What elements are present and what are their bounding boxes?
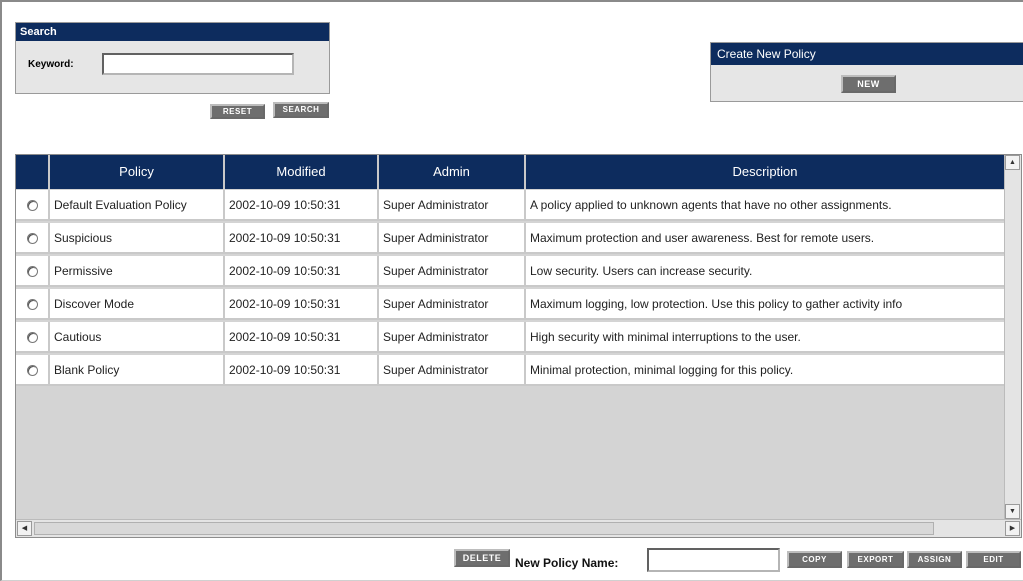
admin-cell: Super Administrator bbox=[379, 190, 526, 221]
table-header: Policy Modified Admin Description bbox=[16, 155, 1006, 189]
row-radio-button[interactable] bbox=[26, 365, 38, 377]
keyword-input[interactable] bbox=[102, 53, 294, 75]
vertical-scrollbar[interactable]: ▲ ▼ bbox=[1004, 155, 1021, 519]
row-radio-button[interactable] bbox=[26, 233, 38, 245]
admin-cell: Super Administrator bbox=[379, 355, 526, 386]
column-header-policy[interactable]: Policy bbox=[50, 155, 225, 189]
table-row[interactable]: Suspicious 2002-10-09 10:50:31 Super Adm… bbox=[16, 223, 1006, 254]
row-select-cell bbox=[16, 289, 50, 320]
new-policy-name-label: New Policy Name: bbox=[515, 556, 619, 570]
modified-cell: 2002-10-09 10:50:31 bbox=[225, 355, 379, 386]
export-button[interactable]: EXPORT bbox=[847, 551, 904, 568]
row-select-cell bbox=[16, 355, 50, 386]
description-cell: Maximum logging, low protection. Use thi… bbox=[526, 289, 1006, 320]
admin-cell: Super Administrator bbox=[379, 322, 526, 353]
horizontal-scroll-thumb[interactable] bbox=[34, 522, 934, 535]
app-frame: Search Keyword: RESET SEARCH Create New … bbox=[0, 0, 1023, 581]
search-button[interactable]: SEARCH bbox=[273, 102, 329, 118]
edit-button[interactable]: EDIT bbox=[966, 551, 1021, 568]
table-row[interactable]: Default Evaluation Policy 2002-10-09 10:… bbox=[16, 190, 1006, 221]
policy-cell: Default Evaluation Policy bbox=[50, 190, 225, 221]
modified-cell: 2002-10-09 10:50:31 bbox=[225, 190, 379, 221]
policy-cell: Discover Mode bbox=[50, 289, 225, 320]
row-radio-button[interactable] bbox=[26, 266, 38, 278]
search-panel-header: Search bbox=[16, 23, 329, 41]
keyword-label: Keyword: bbox=[28, 59, 74, 70]
description-cell: High security with minimal interruptions… bbox=[526, 322, 1006, 353]
modified-cell: 2002-10-09 10:50:31 bbox=[225, 289, 379, 320]
new-policy-button[interactable]: NEW bbox=[841, 75, 896, 93]
table-row[interactable]: Blank Policy 2002-10-09 10:50:31 Super A… bbox=[16, 355, 1006, 386]
description-cell: Low security. Users can increase securit… bbox=[526, 256, 1006, 287]
admin-cell: Super Administrator bbox=[379, 289, 526, 320]
table-row[interactable]: Permissive 2002-10-09 10:50:31 Super Adm… bbox=[16, 256, 1006, 287]
modified-cell: 2002-10-09 10:50:31 bbox=[225, 256, 379, 287]
row-radio-button[interactable] bbox=[26, 200, 38, 212]
create-policy-panel: Create New Policy NEW bbox=[710, 42, 1023, 102]
scroll-left-icon[interactable]: ◀ bbox=[17, 521, 32, 536]
policy-table: Policy Modified Admin Description Defaul… bbox=[15, 154, 1022, 538]
column-header-modified[interactable]: Modified bbox=[225, 155, 379, 189]
column-header-description[interactable]: Description bbox=[526, 155, 1006, 189]
scroll-right-icon[interactable]: ▶ bbox=[1005, 521, 1020, 536]
scroll-up-icon[interactable]: ▲ bbox=[1005, 155, 1020, 170]
row-select-cell bbox=[16, 256, 50, 287]
modified-cell: 2002-10-09 10:50:31 bbox=[225, 322, 379, 353]
delete-button[interactable]: DELETE bbox=[454, 549, 510, 567]
search-panel: Search Keyword: bbox=[15, 22, 330, 94]
description-cell: Minimal protection, minimal logging for … bbox=[526, 355, 1006, 386]
row-radio-button[interactable] bbox=[26, 299, 38, 311]
row-radio-button[interactable] bbox=[26, 332, 38, 344]
assign-button[interactable]: ASSIGN bbox=[907, 551, 962, 568]
table-row[interactable]: Discover Mode 2002-10-09 10:50:31 Super … bbox=[16, 289, 1006, 320]
horizontal-scrollbar[interactable]: ◀ ▶ bbox=[16, 519, 1021, 537]
description-cell: A policy applied to unknown agents that … bbox=[526, 190, 1006, 221]
admin-cell: Super Administrator bbox=[379, 256, 526, 287]
copy-button[interactable]: COPY bbox=[787, 551, 842, 568]
reset-button[interactable]: RESET bbox=[210, 104, 265, 119]
table-row[interactable]: Cautious 2002-10-09 10:50:31 Super Admin… bbox=[16, 322, 1006, 353]
scroll-down-icon[interactable]: ▼ bbox=[1005, 504, 1020, 519]
policy-cell: Blank Policy bbox=[50, 355, 225, 386]
description-cell: Maximum protection and user awareness. B… bbox=[526, 223, 1006, 254]
policy-cell: Permissive bbox=[50, 256, 225, 287]
policy-cell: Suspicious bbox=[50, 223, 225, 254]
create-policy-header: Create New Policy bbox=[711, 43, 1023, 65]
row-select-cell bbox=[16, 190, 50, 221]
row-select-cell bbox=[16, 322, 50, 353]
column-header-select bbox=[16, 155, 50, 189]
modified-cell: 2002-10-09 10:50:31 bbox=[225, 223, 379, 254]
policy-cell: Cautious bbox=[50, 322, 225, 353]
row-select-cell bbox=[16, 223, 50, 254]
new-policy-name-input[interactable] bbox=[647, 548, 780, 572]
column-header-admin[interactable]: Admin bbox=[379, 155, 526, 189]
admin-cell: Super Administrator bbox=[379, 223, 526, 254]
